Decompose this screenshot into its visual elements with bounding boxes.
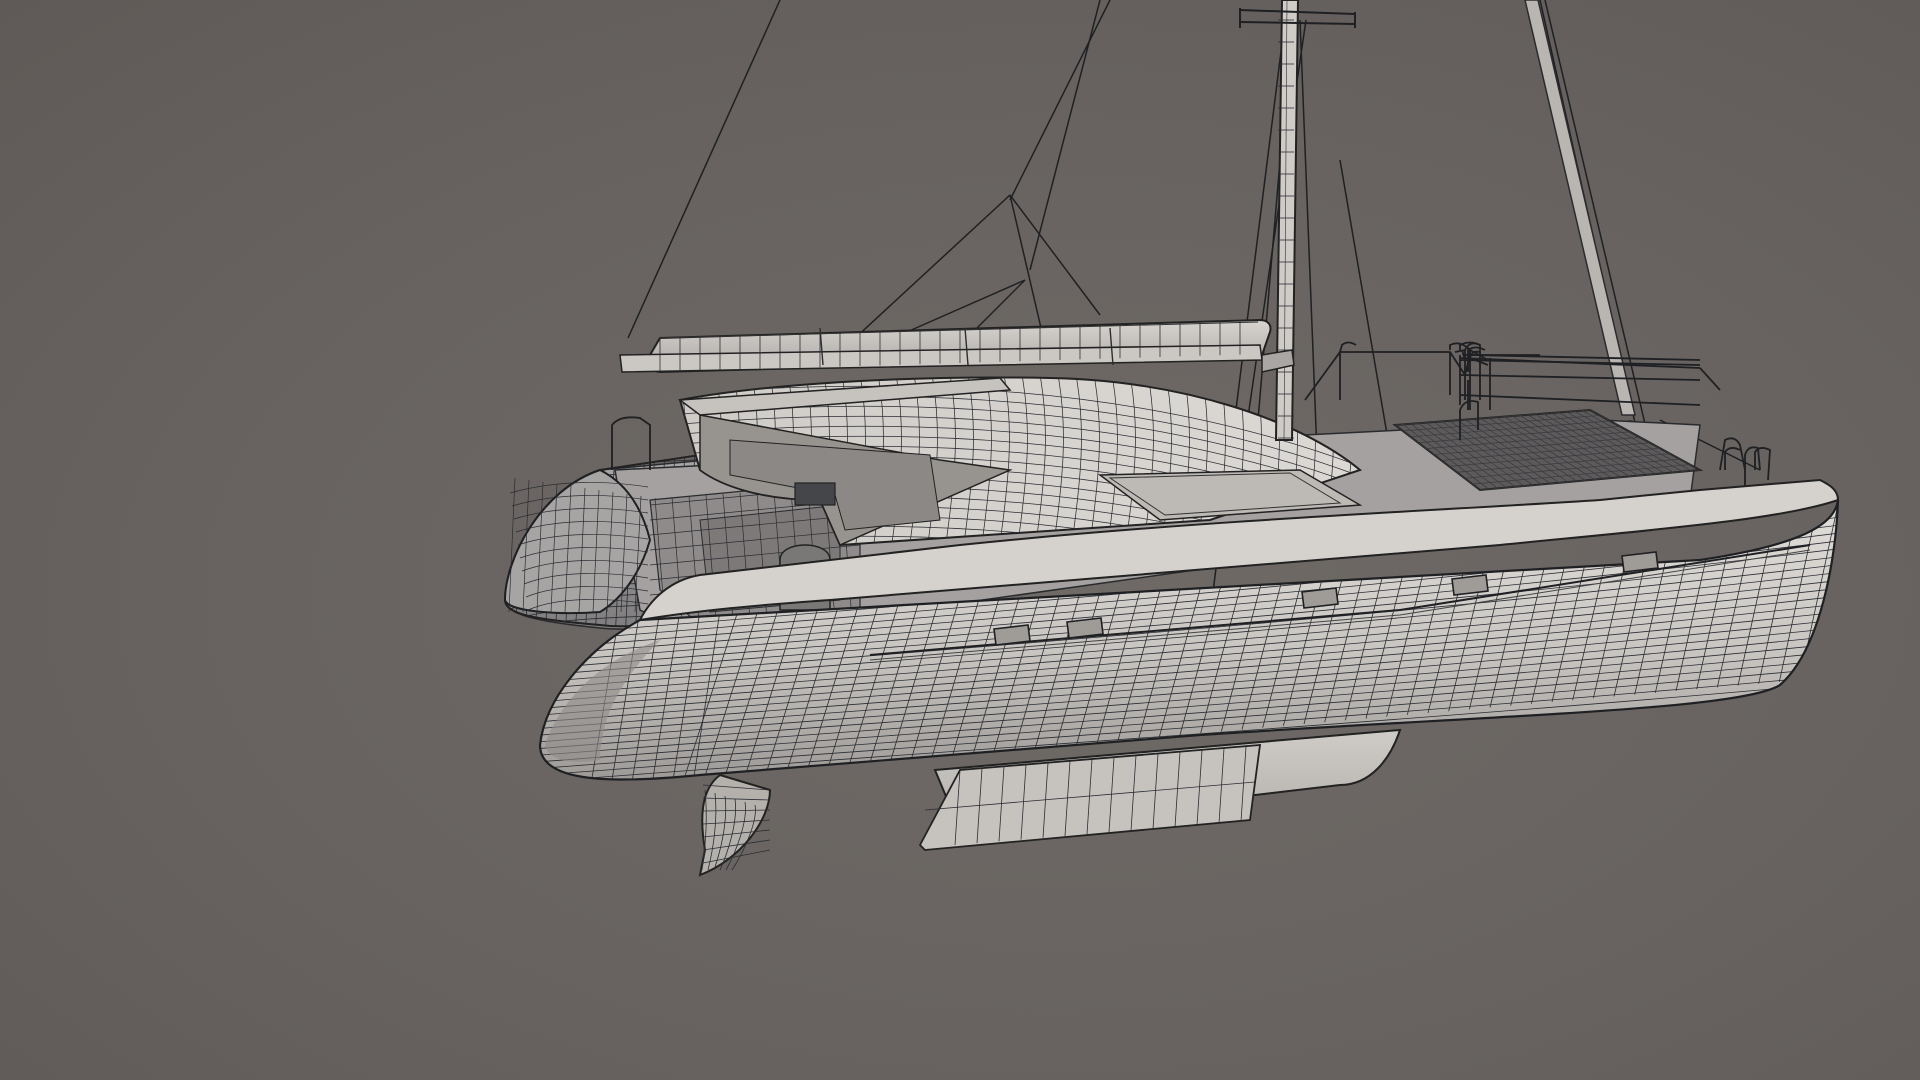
boom bbox=[619, 318, 1272, 374]
rudder bbox=[698, 773, 772, 877]
catamaran-model bbox=[503, 0, 1840, 877]
forestay bbox=[1524, 0, 1638, 436]
mast bbox=[1239, 0, 1356, 441]
render-viewport bbox=[0, 0, 1920, 1080]
